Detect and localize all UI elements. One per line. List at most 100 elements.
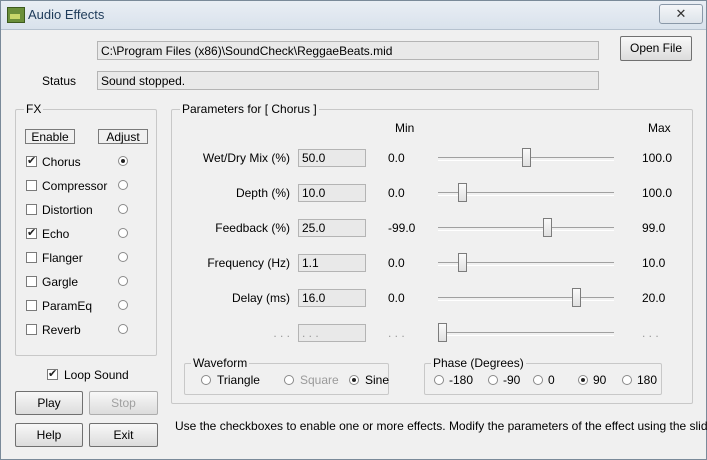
phase-radio-4[interactable] [622,375,632,385]
fx-adjust-radio-chorus[interactable] [118,156,128,166]
fx-adjust-radio-gargle[interactable] [118,276,128,286]
fx-enable-checkbox-gargle[interactable] [26,276,37,287]
phase-label-3: 90 [593,373,607,387]
waveform-label-square: Square [300,373,339,387]
exit-button[interactable]: Exit [89,423,158,447]
param-slider-thumb-4[interactable] [571,288,581,307]
param-max-3: 10.0 [642,256,666,270]
help-text: Use the checkboxes to enable one or more… [175,419,707,433]
open-file-button[interactable]: Open File [620,36,692,61]
status-field: Sound stopped. [97,71,599,90]
fx-enable-checkbox-parameq[interactable] [26,300,37,311]
min-header: Min [395,121,415,135]
param-max-2: 99.0 [642,221,666,235]
fx-label-parameq: ParamEq [42,299,93,313]
phase-label-2: 0 [548,373,555,387]
phase-radio-1[interactable] [488,375,498,385]
fx-adjust-radio-distortion[interactable] [118,204,128,214]
waveform-radio-sine[interactable] [349,375,359,385]
title-bar[interactable]: Audio Effects ✕ [1,1,706,30]
phase-radio-3[interactable] [578,375,588,385]
fx-enable-checkbox-echo[interactable] [26,226,37,239]
param-slider-track-2[interactable] [438,227,614,231]
waveform-group-title: Waveform [191,356,250,370]
audio-effects-window: Audio Effects ✕ C:\Program Files (x86)\S… [0,0,707,460]
param-slider-track-5[interactable] [438,332,614,336]
param-label-4: Delay (ms) [231,291,290,305]
loop-sound-label: Loop Sound [64,368,129,382]
fx-adjust-radio-echo[interactable] [118,228,128,238]
param-label-1: Depth (%) [235,186,290,200]
phase-radio-0[interactable] [434,375,444,385]
play-button[interactable]: Play [15,391,83,415]
enable-header: Enable [25,129,75,144]
close-icon: ✕ [675,6,687,21]
fx-enable-checkbox-reverb[interactable] [26,324,37,335]
param-min-5: . . . [388,326,405,340]
param-label-3: Frequency (Hz) [207,256,290,270]
param-value-0: 50.0 [298,149,366,167]
param-label-0: Wet/Dry Mix (%) [202,151,290,165]
waveform-label-triangle: Triangle [217,373,260,387]
fx-adjust-radio-parameq[interactable] [118,300,128,310]
stop-button[interactable]: Stop [89,391,158,415]
param-min-2: -99.0 [388,221,416,235]
param-min-4: 0.0 [388,291,405,305]
fx-label-flanger: Flanger [42,251,83,265]
parameters-group-title: Parameters for [ Chorus ] [180,102,319,116]
param-slider-track-4[interactable] [438,297,614,301]
parameters-group: Parameters for [ Chorus ] Min Max Wet/Dr… [171,102,693,404]
param-max-1: 100.0 [642,186,673,200]
fx-label-reverb: Reverb [42,323,81,337]
window-title: Audio Effects [28,7,105,22]
fx-adjust-radio-compressor[interactable] [118,180,128,190]
phase-label-1: -90 [503,373,521,387]
close-button[interactable]: ✕ [659,4,703,24]
fx-adjust-radio-reverb[interactable] [118,324,128,334]
phase-radio-2[interactable] [533,375,543,385]
fx-group: FX Enable Adjust Chorus Compressor Distort… [15,102,157,356]
param-value-5: . . . [298,324,366,342]
fx-label-chorus: Chorus [42,155,81,169]
waveform-radio-square[interactable] [284,375,294,385]
param-slider-thumb-3[interactable] [458,253,468,272]
phase-label-0: -180 [449,373,474,387]
param-max-5: . . . [642,326,659,340]
file-path-field: C:\Program Files (x86)\SoundCheck\Reggae… [97,41,599,60]
param-min-0: 0.0 [388,151,405,165]
fx-label-gargle: Gargle [42,275,79,289]
fx-label-distortion: Distortion [42,203,93,217]
phase-group: Phase (Degrees) -180 -90 0 90 180 [424,356,662,395]
fx-enable-checkbox-flanger[interactable] [26,252,37,263]
param-slider-thumb-5[interactable] [438,323,447,342]
fx-adjust-radio-flanger[interactable] [118,252,128,262]
param-value-4: 16.0 [298,289,366,307]
param-slider-thumb-1[interactable] [458,183,468,202]
param-max-0: 100.0 [642,151,673,165]
loop-sound-checkbox[interactable] [47,367,58,380]
fx-enable-checkbox-compressor[interactable] [26,180,37,191]
fx-label-echo: Echo [42,227,70,241]
fx-label-compressor: Compressor [42,179,108,193]
help-button[interactable]: Help [15,423,83,447]
status-label: Status [42,74,77,88]
param-max-4: 20.0 [642,291,666,305]
phase-group-title: Phase (Degrees) [431,356,526,370]
waveform-group: Waveform Triangle Square Sine [184,356,390,395]
param-value-2: 25.0 [298,219,366,237]
param-label-2: Feedback (%) [215,221,290,235]
fx-enable-checkbox-chorus[interactable] [26,154,37,167]
waveform-radio-triangle[interactable] [201,375,211,385]
param-slider-thumb-0[interactable] [521,148,531,167]
param-min-1: 0.0 [388,186,405,200]
app-icon [7,7,25,23]
param-value-1: 10.0 [298,184,366,202]
phase-label-4: 180 [637,373,658,387]
waveform-label-sine: Sine [365,373,390,387]
param-label-5: . . . [273,326,290,340]
param-value-3: 1.1 [298,254,366,272]
param-slider-thumb-2[interactable] [543,218,553,237]
fx-enable-checkbox-distortion[interactable] [26,204,37,215]
max-header: Max [648,121,671,135]
param-min-3: 0.0 [388,256,405,270]
